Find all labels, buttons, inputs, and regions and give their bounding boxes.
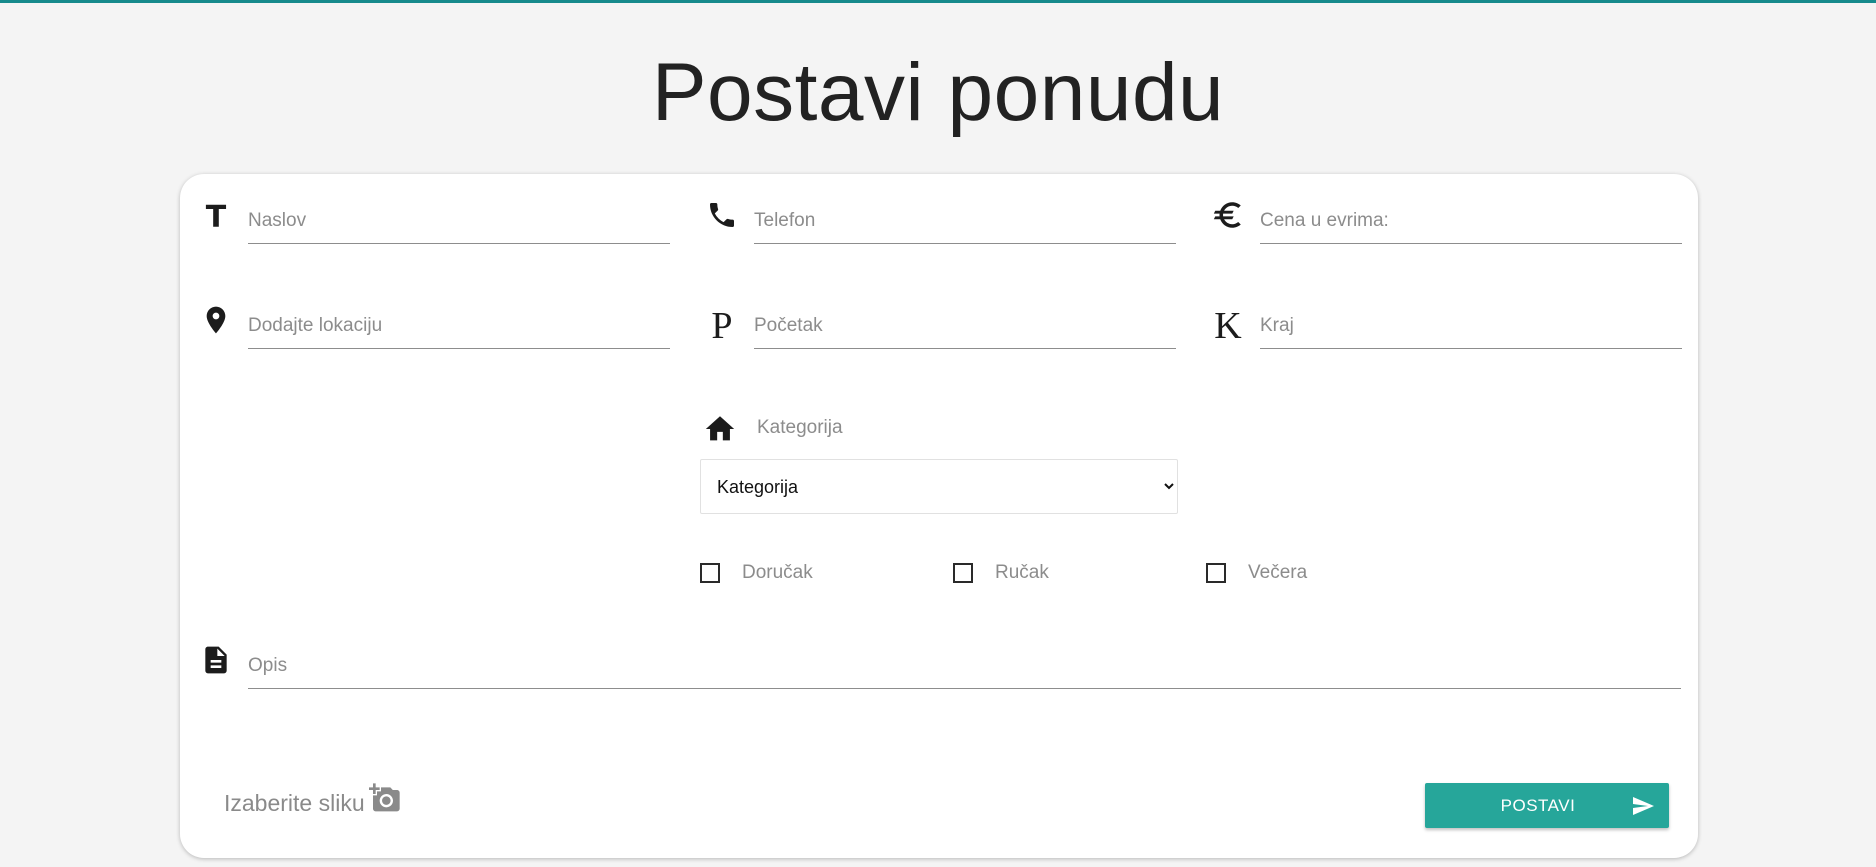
category-select[interactable]: Kategorija: [700, 459, 1178, 514]
document-icon: [198, 642, 234, 678]
opis-input[interactable]: [248, 644, 1681, 689]
checkbox-box[interactable]: [1206, 563, 1226, 583]
location-pin-icon: [198, 302, 234, 338]
image-upload[interactable]: Izaberite sliku: [224, 782, 401, 815]
euro-icon: [1210, 197, 1246, 233]
pocetak-input[interactable]: [754, 304, 1176, 349]
meal-checkbox-dorucak[interactable]: Doručak: [700, 560, 813, 586]
postavi-submit-button[interactable]: POSTAVI: [1425, 783, 1669, 828]
category-label: Kategorija: [757, 417, 843, 438]
meal-checkbox-vecera[interactable]: Večera: [1206, 560, 1307, 586]
page-title: Postavi ponudu: [651, 47, 1225, 138]
checkbox-box[interactable]: [700, 563, 720, 583]
add-photo-icon[interactable]: [368, 782, 401, 814]
meal-checkbox-rucak[interactable]: Ručak: [953, 560, 1049, 586]
phone-icon: [704, 197, 740, 233]
title-letter-t-icon: T: [205, 199, 227, 235]
kraj-input[interactable]: [1260, 304, 1682, 349]
letter-p-icon: P: [711, 305, 733, 347]
upload-label: Izaberite sliku: [224, 790, 365, 816]
submit-label: POSTAVI: [1500, 795, 1576, 815]
meal-label: Doručak: [742, 562, 813, 583]
meal-label: Ručak: [995, 562, 1049, 583]
send-icon: [1633, 797, 1654, 815]
home-icon: [703, 412, 737, 446]
meal-label: Večera: [1248, 562, 1308, 583]
cena-input[interactable]: [1260, 199, 1682, 244]
telefon-input[interactable]: [754, 199, 1176, 244]
top-accent-bar: [0, 0, 1876, 3]
checkbox-box[interactable]: [953, 563, 973, 583]
naslov-input[interactable]: [248, 199, 670, 244]
letter-k-icon: K: [1214, 305, 1242, 347]
lokacija-input[interactable]: [248, 304, 670, 349]
offer-form-card: T P K Kategorija Kategorija: [180, 174, 1698, 858]
